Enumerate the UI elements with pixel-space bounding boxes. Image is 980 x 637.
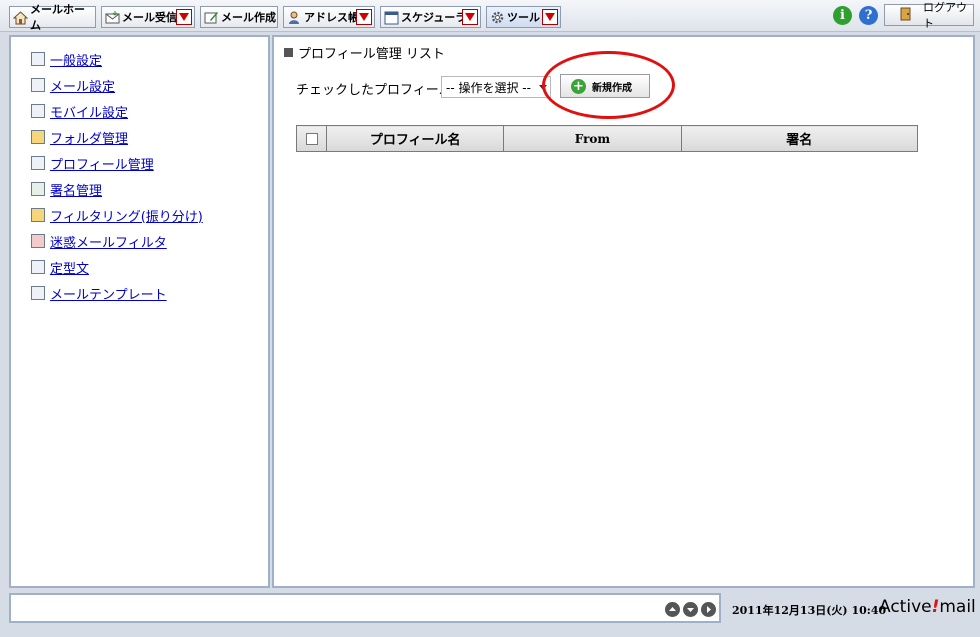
sidebar-item-label[interactable]: 署名管理	[50, 180, 102, 199]
home-icon	[12, 10, 29, 25]
sidebar-item-label[interactable]: フィルタリング(振り分け)	[50, 206, 203, 225]
help-icon[interactable]: ?	[859, 6, 878, 25]
bulk-action-label: チェックしたプロフィールを	[296, 83, 465, 98]
mail-compose-icon	[204, 10, 219, 25]
page-title: プロフィール管理 リスト	[284, 43, 445, 62]
scheduler-icon	[384, 10, 399, 25]
tab-mail-receive-label: メール受信	[122, 11, 177, 24]
sidebar-item-label[interactable]: 一般設定	[50, 50, 102, 69]
address-book-dropdown-icon[interactable]	[356, 9, 372, 25]
top-toolbar: メールホーム メール受信 メール作成 アドレス帳 スケジューラ ツール i ? …	[0, 0, 980, 32]
spam-filter-icon	[31, 234, 45, 248]
next-button[interactable]	[701, 602, 716, 617]
brand-suffix: mail	[939, 597, 976, 617]
template-text-icon	[31, 260, 45, 274]
folder-icon	[31, 130, 45, 144]
tab-tools-label: ツール	[507, 11, 540, 24]
sidebar-item-label[interactable]: メールテンプレート	[50, 284, 167, 303]
tab-mail-compose[interactable]: メール作成	[200, 6, 278, 28]
logout-icon	[899, 7, 913, 24]
sidebar-item-spam-filter[interactable]: 迷惑メールフィルタ	[31, 232, 167, 251]
sidebar-item-mail-template[interactable]: メールテンプレート	[31, 284, 167, 303]
table-header-row: プロフィール名 From 署名	[295, 125, 919, 152]
signature-icon	[31, 182, 45, 196]
sidebar-item-label[interactable]: モバイル設定	[50, 102, 128, 121]
new-profile-button[interactable]: + 新規作成	[560, 74, 650, 98]
sidebar-item-profiles[interactable]: プロフィール管理	[31, 154, 154, 173]
tab-address-book[interactable]: アドレス帳	[283, 6, 375, 28]
current-datetime: 2011年12月13日(火) 10:40	[732, 604, 887, 617]
sidebar-item-label[interactable]: 迷惑メールフィルタ	[50, 232, 167, 251]
tab-scheduler[interactable]: スケジューラ	[380, 6, 481, 28]
logout-label: ログアウト	[923, 1, 967, 30]
settings-sidebar: 一般設定 メール設定 モバイル設定 フォルダ管理 プロフィール管理 署名管理 フ…	[9, 35, 270, 588]
sidebar-item-folders[interactable]: フォルダ管理	[31, 128, 128, 147]
tab-tools[interactable]: ツール	[486, 6, 561, 28]
user-icon	[31, 52, 45, 66]
tab-mail-home-label: メールホーム	[30, 3, 85, 32]
page-title-text: プロフィール管理 リスト	[298, 47, 445, 62]
sidebar-item-filtering[interactable]: フィルタリング(振り分け)	[31, 206, 203, 225]
column-header-from[interactable]: From	[503, 125, 682, 152]
new-profile-button-label: 新規作成	[592, 82, 632, 94]
scroll-down-button[interactable]	[683, 602, 698, 617]
bulk-action-select-value: -- 操作を選択 --	[446, 80, 531, 95]
mail-receive-dropdown-icon[interactable]	[176, 9, 192, 25]
plus-icon: +	[571, 78, 586, 94]
status-bar	[9, 593, 721, 623]
brand-prefix: Active	[879, 597, 932, 617]
column-header-signature[interactable]: 署名	[680, 125, 919, 152]
profile-icon	[31, 156, 45, 170]
brand-logo: Active!mail	[879, 597, 976, 617]
main-panel: プロフィール管理 リスト チェックしたプロフィールを -- 操作を選択 -- +…	[272, 35, 975, 588]
profile-table: プロフィール名 From 署名	[295, 125, 919, 152]
sidebar-item-mobile[interactable]: モバイル設定	[31, 102, 128, 121]
logout-button[interactable]: ログアウト	[884, 1, 974, 30]
tab-mail-home[interactable]: メールホーム	[9, 3, 96, 32]
sidebar-item-boilerplate[interactable]: 定型文	[31, 258, 89, 277]
filter-icon	[31, 208, 45, 222]
mobile-icon	[31, 104, 45, 118]
bulk-action-select[interactable]: -- 操作を選択 --	[441, 76, 551, 98]
column-header-profile-name[interactable]: プロフィール名	[326, 125, 505, 152]
tab-scheduler-label: スケジューラ	[401, 11, 467, 24]
sidebar-item-mail-settings[interactable]: メール設定	[31, 76, 115, 95]
title-bullet-icon	[284, 48, 293, 57]
sidebar-item-label[interactable]: 定型文	[50, 258, 89, 277]
sidebar-item-general[interactable]: 一般設定	[31, 50, 102, 69]
sidebar-item-label[interactable]: プロフィール管理	[50, 154, 154, 173]
sidebar-item-label[interactable]: メール設定	[50, 76, 115, 95]
info-icon[interactable]: i	[833, 6, 852, 25]
sidebar-item-signatures[interactable]: 署名管理	[31, 180, 102, 199]
tools-dropdown-icon[interactable]	[542, 9, 558, 25]
mail-template-icon	[31, 286, 45, 300]
tab-mail-compose-label: メール作成	[221, 11, 276, 24]
tab-mail-receive[interactable]: メール受信	[101, 6, 195, 28]
select-all-cell	[295, 125, 328, 152]
mail-receive-icon	[105, 10, 120, 25]
tab-address-book-label: アドレス帳	[304, 11, 359, 24]
address-book-icon	[287, 10, 302, 25]
mail-settings-icon	[31, 78, 45, 92]
select-all-checkbox[interactable]	[305, 132, 318, 145]
scroll-up-button[interactable]	[665, 602, 680, 617]
gear-icon	[490, 10, 505, 25]
chevron-down-icon	[539, 85, 547, 90]
scheduler-dropdown-icon[interactable]	[462, 9, 478, 25]
sidebar-item-label[interactable]: フォルダ管理	[50, 128, 128, 147]
